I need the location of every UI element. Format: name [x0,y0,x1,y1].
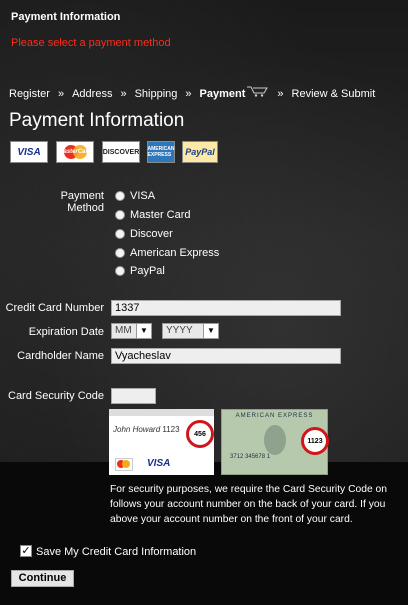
radio-discover[interactable]: Discover [115,228,173,240]
breadcrumb-register[interactable]: Register [9,88,50,100]
card-front-number: 3712 345678 1 [230,454,271,460]
radio-master-card[interactable]: Master Card [115,209,191,221]
chevron-down-icon[interactable]: ▼ [203,324,218,338]
continue-button[interactable]: Continue [11,570,74,587]
save-card-label: Save My Credit Card Information [36,546,197,558]
chevron-down-icon[interactable]: ▼ [136,324,151,338]
radio-button[interactable] [115,210,125,220]
breadcrumb-address[interactable]: Address [72,88,112,100]
security-note: For security purposes, we require the Ca… [110,484,388,525]
mastercard-logo: MasterCard [56,141,94,163]
radio-button[interactable] [115,191,125,201]
shopping-cart-icon [247,86,269,100]
breadcrumb-separator: » [57,88,65,100]
breadcrumb-separator: » [277,88,284,100]
paypal-logo: PayPal [182,141,218,163]
security-code-input[interactable] [111,388,156,404]
visa-logo: VISA [10,141,48,163]
signature-strip: John Howard 1123 [113,425,180,434]
amex-logo: AMERICAN EXPRESS [147,141,175,163]
radio-button[interactable] [115,266,125,276]
breadcrumb-separator: » [185,88,192,100]
mastercard-mini-icon [115,458,133,471]
amex-card-header: AMERICAN EXPRESS [235,413,314,419]
header-title: Payment Information [11,11,121,23]
radio-paypal[interactable]: PayPal [115,265,165,277]
expiration-label: Expiration Date [28,326,104,338]
cc-number-input[interactable]: 1337 [111,300,341,316]
cardholder-input[interactable]: Vyacheslav [111,348,341,364]
breadcrumb-separator: » [120,88,127,100]
card-back-illustration: John Howard 1123 456 VISA [109,409,214,475]
breadcrumb-shipping[interactable]: Shipping [135,88,178,100]
radio-button[interactable] [115,248,125,258]
cvv-back-circle: 456 [186,420,214,448]
radio-american-express[interactable]: American Express [115,247,219,259]
cvv-front-circle: 1123 [301,427,329,455]
radio-button[interactable] [115,229,125,239]
discover-logo: DISCOVER [102,141,140,163]
exp-year-select[interactable]: YYYY ▼ [162,323,219,339]
card-front-illustration: AMERICAN EXPRESS 3712 345678 1 1123 [221,409,329,475]
visa-mini-logo: VISA [147,458,171,469]
cardholder-label: Cardholder Name [17,350,104,362]
centurion-image [264,425,286,455]
radio-visa[interactable]: VISA [115,190,155,202]
cc-number-label: Credit Card Number [5,302,104,314]
page-title: Payment Information [9,110,185,131]
exp-month-select[interactable]: MM ▼ [111,323,152,339]
error-message: Please select a payment method [11,37,171,49]
breadcrumb: Register » Address » Shipping » Payment » Review… [9,86,375,100]
payment-method-label: Payment Method [60,190,104,214]
breadcrumb-review-submit[interactable]: Review & Submit [292,88,376,100]
breadcrumb-payment: Payment [199,88,246,100]
security-code-label: Card Security Code [8,390,104,402]
save-card-checkbox[interactable]: ✓ [20,545,32,557]
